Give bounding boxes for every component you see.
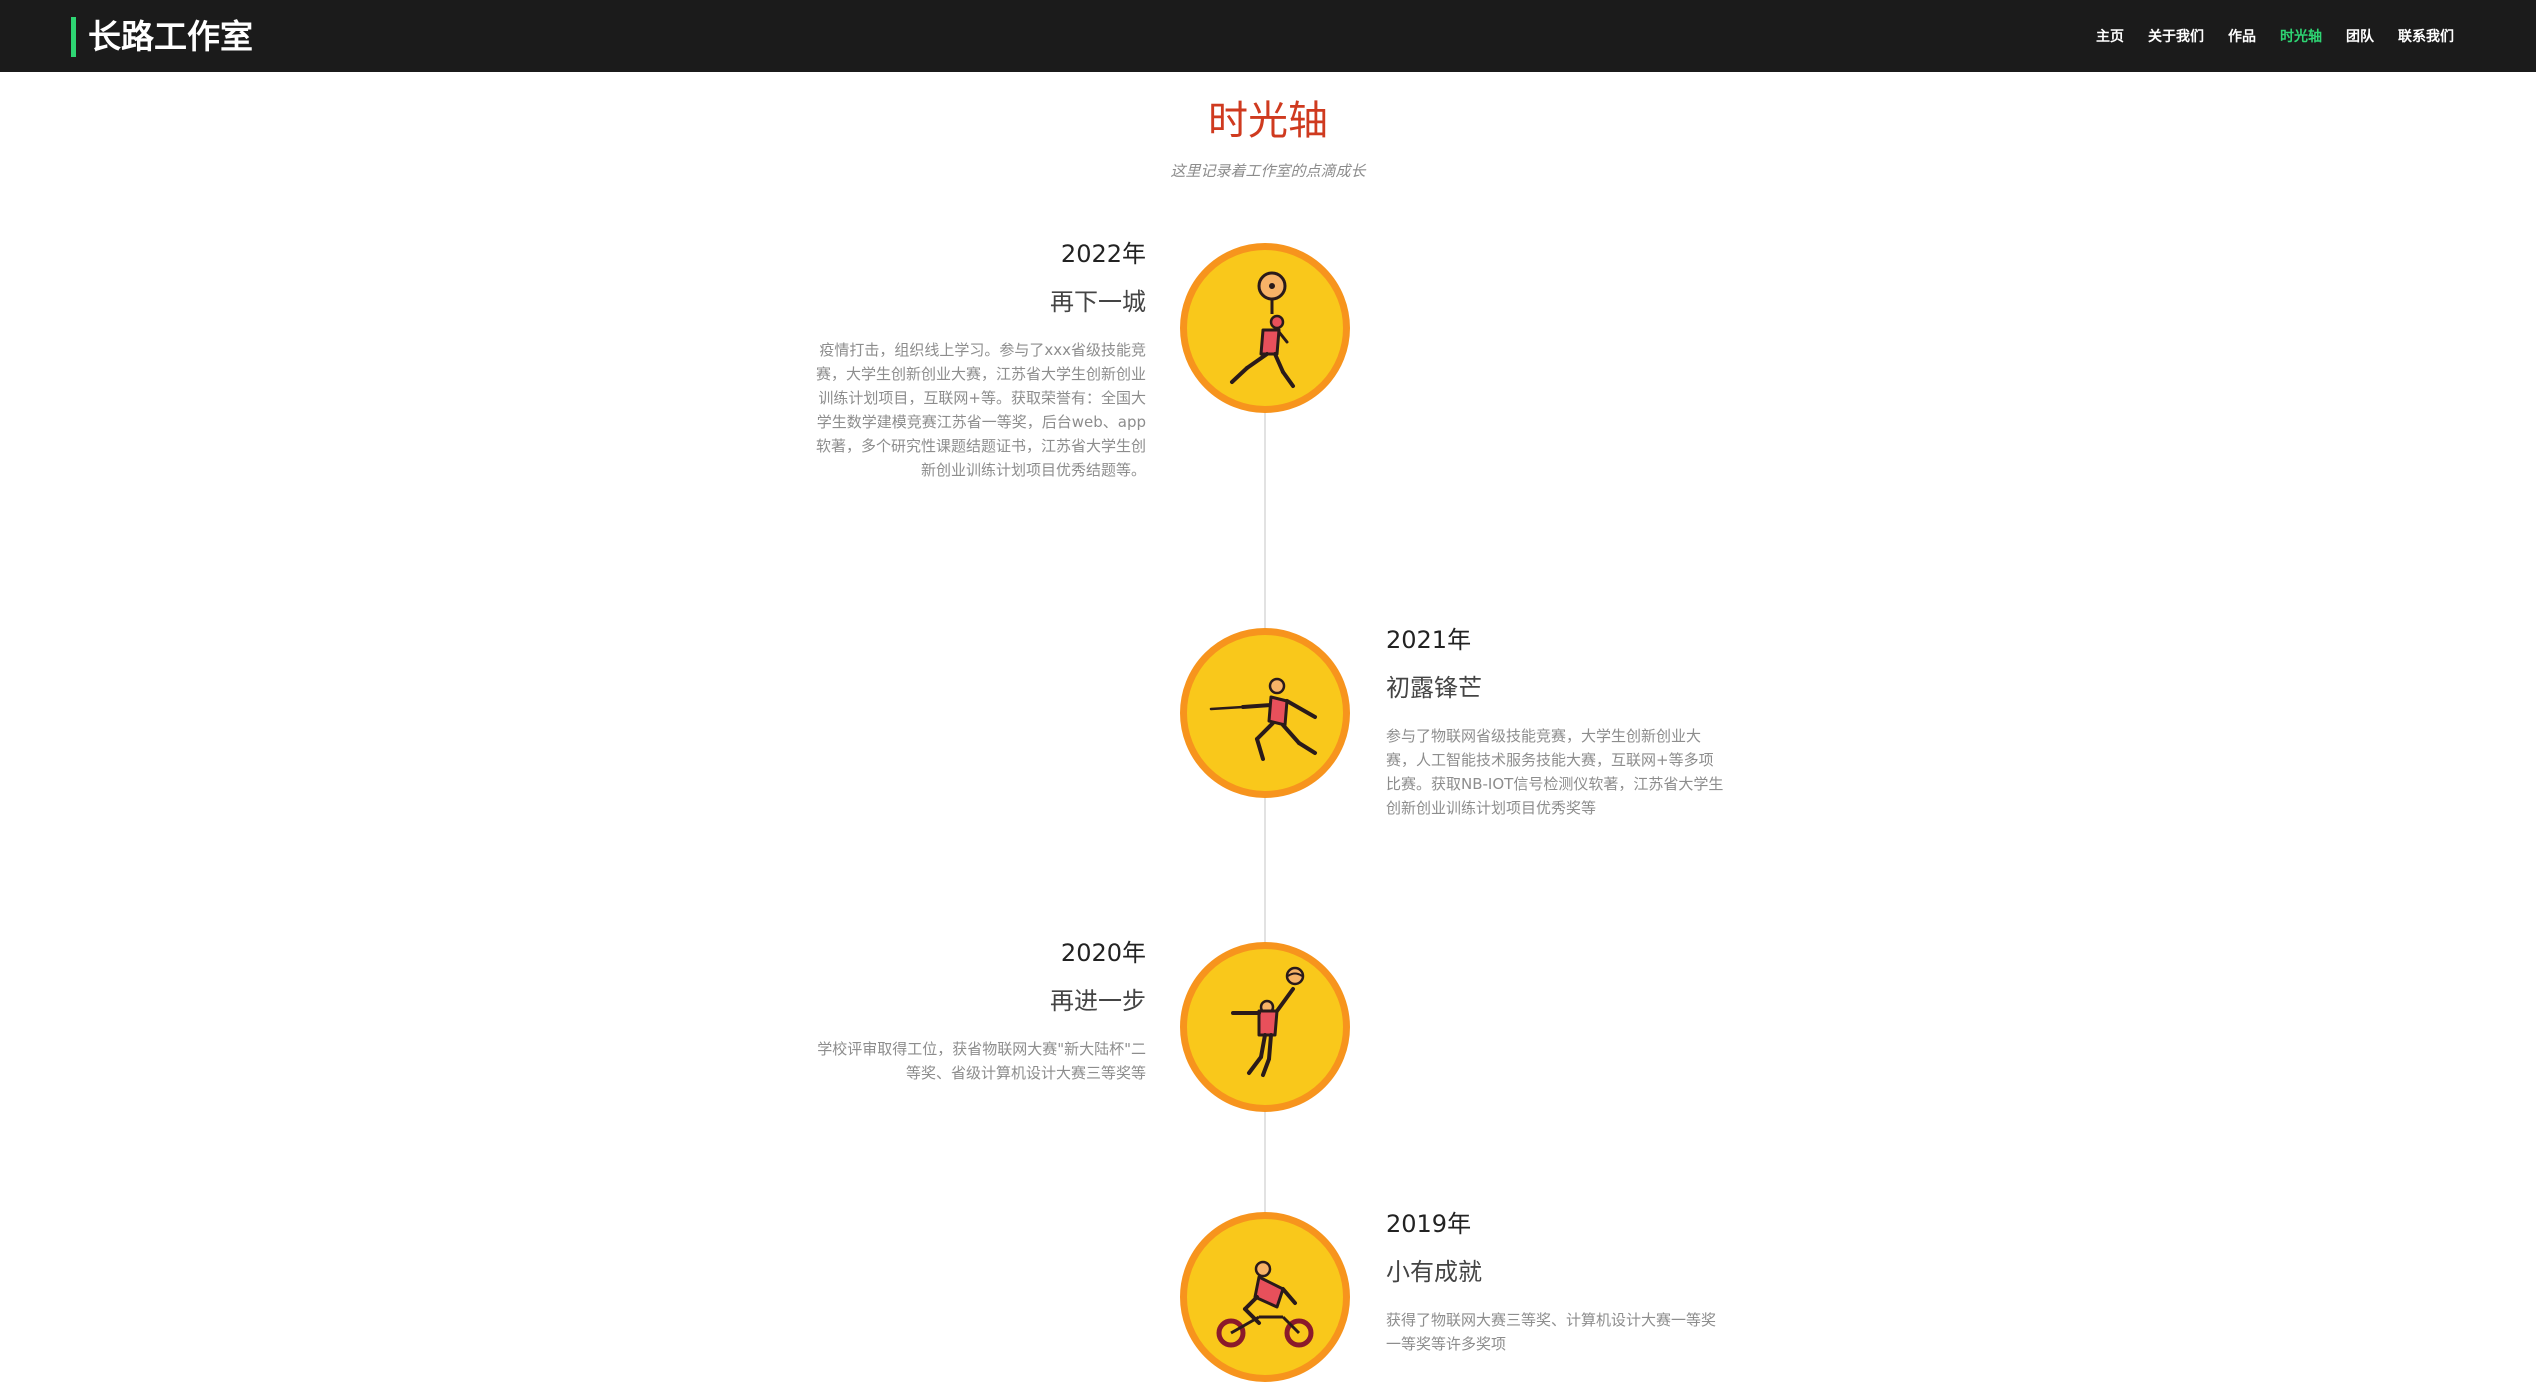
entry-description: 学校评审取得工位，获省物联网大赛"新大陆杯"二等奖、省级计算机设计大赛三等奖等 <box>817 1040 1146 1082</box>
fencing-icon <box>1209 677 1317 761</box>
entry-title: 再进一步 <box>1050 987 1146 1015</box>
nav-link-timeline[interactable]: 时光轴 <box>2280 26 2322 46</box>
entry-year: 2019年 <box>1386 1210 1472 1238</box>
nav-link-works[interactable]: 作品 <box>2228 26 2256 46</box>
entry-description: 获得了物联网大赛三等奖、计算机设计大赛一等奖一等奖等许多奖项 <box>1386 1311 1717 1353</box>
page-title: 时光轴 <box>1208 98 1328 144</box>
entry-title: 初露锋芒 <box>1386 674 1482 702</box>
timeline-entry-2021: 2021年 初露锋芒 参与了物联网省级技能竞赛，大学生创新创业大赛，人工智能技术… <box>1386 624 1726 820</box>
entry-year: 2020年 <box>1060 939 1146 967</box>
timeline-entry-2020: 2020年 再进一步 学校评审取得工位，获省物联网大赛"新大陆杯"二等奖、省级计… <box>806 937 1146 1085</box>
weightlifting-icon <box>1230 271 1295 388</box>
volleyball-badge <box>1180 942 1350 1112</box>
entry-year: 2022年 <box>1060 240 1146 268</box>
timeline-entry-2019: 2019年 小有成就 获得了物联网大赛三等奖、计算机设计大赛一等奖一等奖等许多奖… <box>1386 1208 1726 1356</box>
timeline-entry-2022: 2022年 再下一城 疫情打击，组织线上学习。参与了xxx省级技能竞赛，大学生创… <box>806 238 1146 482</box>
cycling-badge <box>1180 1212 1350 1382</box>
page-subtitle: 这里记录着工作室的点滴成长 <box>1170 162 1366 180</box>
entry-title: 小有成就 <box>1386 1258 1482 1286</box>
nav-link-team[interactable]: 团队 <box>2346 26 2374 46</box>
entry-title: 再下一城 <box>1050 288 1146 316</box>
nav-link-about[interactable]: 关于我们 <box>2148 26 2204 46</box>
weightlifting-badge <box>1180 243 1350 413</box>
entry-description: 参与了物联网省级技能竞赛，大学生创新创业大赛，人工智能技术服务技能大赛，互联网+… <box>1386 727 1724 817</box>
nav-link-home[interactable]: 主页 <box>2096 26 2124 46</box>
nav-link-contact[interactable]: 联系我们 <box>2398 26 2454 46</box>
volleyball-icon <box>1231 966 1305 1077</box>
brand-logo[interactable]: 长路工作室 <box>71 17 253 57</box>
nav-menu: 主页 关于我们 作品 时光轴 团队 联系我们 <box>2096 0 2454 72</box>
top-navbar: 长路工作室 主页 关于我们 作品 时光轴 团队 联系我们 <box>0 0 2536 72</box>
entry-description: 疫情打击，组织线上学习。参与了xxx省级技能竞赛，大学生创新创业大赛，江苏省大学… <box>815 341 1146 479</box>
fencing-badge <box>1180 628 1350 798</box>
cycling-icon <box>1216 1260 1314 1348</box>
entry-year: 2021年 <box>1386 626 1472 654</box>
